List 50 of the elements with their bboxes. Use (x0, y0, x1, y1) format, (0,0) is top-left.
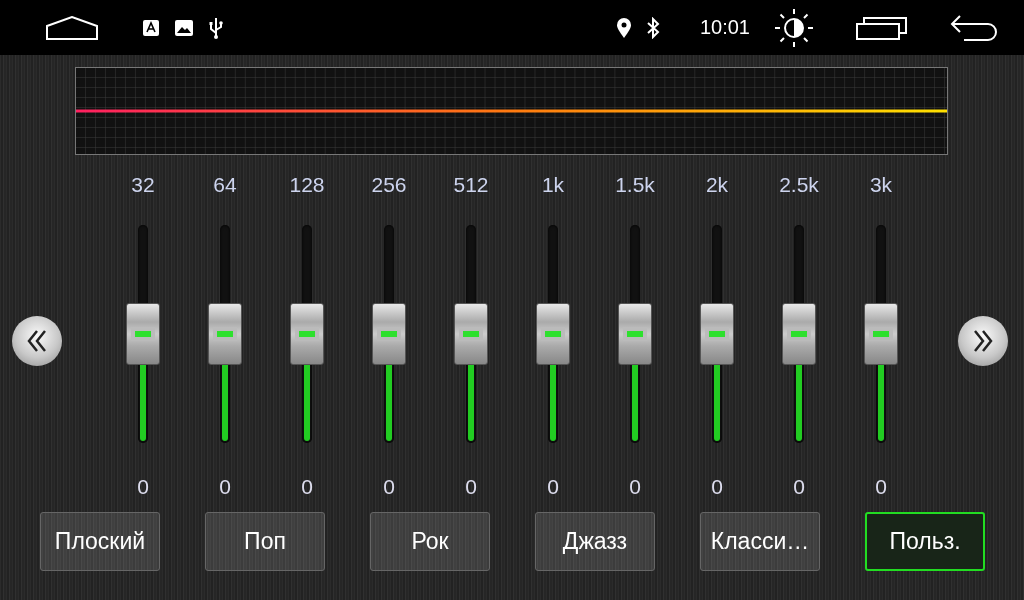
preset-button[interactable]: Поп (205, 512, 325, 571)
frequency-label: 128 (289, 172, 325, 198)
slider-thumb[interactable] (782, 303, 816, 365)
frequency-label: 32 (131, 172, 155, 198)
gain-value: 0 (301, 474, 313, 500)
preset-button[interactable]: Джазз (535, 512, 655, 571)
preset-button[interactable]: Плоский (40, 512, 160, 571)
next-button[interactable] (958, 316, 1008, 366)
frequency-label: 2k (705, 172, 729, 198)
gain-value: 0 (711, 474, 723, 500)
gain-value: 0 (137, 474, 149, 500)
frequency-label: 64 (213, 172, 237, 198)
slider-thumb[interactable] (208, 303, 242, 365)
preset-button[interactable]: Польз. (865, 512, 985, 571)
usb-icon (208, 16, 224, 39)
slider-thumb[interactable] (454, 303, 488, 365)
bluetooth-icon (645, 16, 660, 39)
back-icon[interactable] (950, 13, 998, 42)
frequency-label: 1.5k (615, 172, 655, 198)
preset-button[interactable]: Класси… (700, 512, 820, 571)
slider-thumb[interactable] (864, 303, 898, 365)
preset-button[interactable]: Рок (370, 512, 490, 571)
image-icon (174, 18, 194, 37)
frequency-label: 3k (869, 172, 893, 198)
double-chevron-right-icon (973, 330, 993, 352)
brightness-icon[interactable] (774, 7, 814, 48)
previous-button[interactable] (12, 316, 62, 366)
slider-thumb[interactable] (536, 303, 570, 365)
slider-thumb[interactable] (700, 303, 734, 365)
frequency-label: 1k (541, 172, 565, 198)
gain-value: 0 (793, 474, 805, 500)
gain-value: 0 (629, 474, 641, 500)
gain-value: 0 (465, 474, 477, 500)
frequency-label: 2.5k (779, 172, 819, 198)
slider-thumb[interactable] (372, 303, 406, 365)
home-icon[interactable] (46, 15, 98, 40)
gain-value: 0 (875, 474, 887, 500)
keyboard-icon (142, 18, 160, 37)
double-chevron-left-icon (27, 330, 47, 352)
gain-value: 0 (219, 474, 231, 500)
recent-apps-icon[interactable] (856, 14, 908, 41)
frequency-label: 256 (371, 172, 407, 198)
location-icon (615, 16, 632, 39)
clock-time: 10:01 (699, 16, 750, 39)
slider-thumb[interactable] (290, 303, 324, 365)
slider-thumb[interactable] (126, 303, 160, 365)
gain-value: 0 (547, 474, 559, 500)
frequency-label: 512 (453, 172, 489, 198)
slider-thumb[interactable] (618, 303, 652, 365)
gain-value: 0 (383, 474, 395, 500)
